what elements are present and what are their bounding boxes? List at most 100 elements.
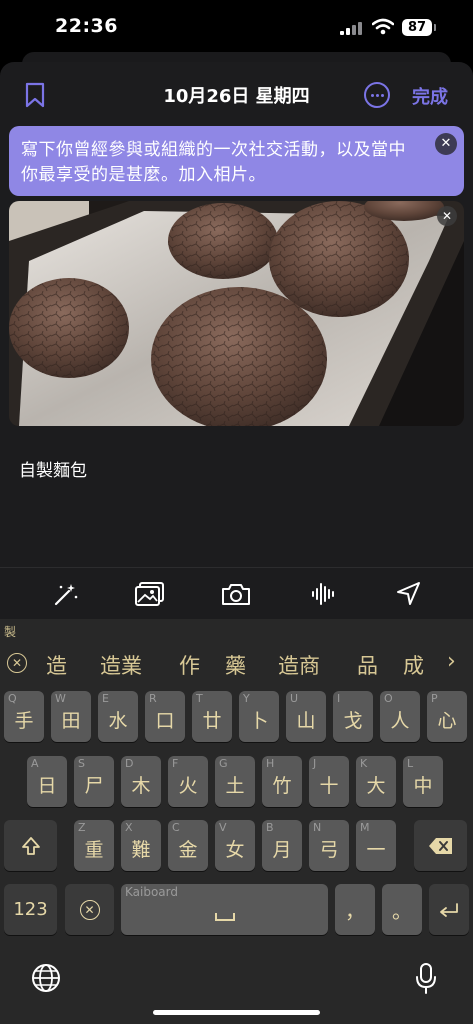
key[interactable]: Y卜	[239, 691, 279, 742]
key[interactable]: K大	[356, 756, 396, 807]
key-hint: L	[407, 757, 414, 770]
magic-wand-icon[interactable]	[52, 581, 80, 607]
candidate-item[interactable]: 成	[403, 650, 424, 680]
key[interactable]: D木	[121, 756, 161, 807]
candidate-bar: ✕ 造 造業 作 藥 造商 品 成 ›	[0, 643, 473, 683]
comma-key[interactable]: ，	[335, 884, 375, 935]
bread-photo-image	[9, 201, 464, 426]
backspace-key[interactable]	[414, 820, 467, 871]
key-glyph: 心	[437, 710, 457, 732]
key-hint: G	[219, 757, 228, 770]
key-hint: T	[196, 692, 203, 705]
key[interactable]: W田	[51, 691, 91, 742]
space-key[interactable]: Kaiboard	[121, 884, 328, 935]
candidate-item[interactable]: 造商	[278, 650, 320, 680]
key-glyph: 大	[366, 775, 386, 797]
key-glyph: 廿	[202, 710, 222, 732]
key-glyph: 水	[108, 710, 128, 732]
key-hint: R	[149, 692, 157, 705]
key[interactable]: N弓	[309, 820, 349, 871]
key-glyph: 女	[225, 839, 245, 861]
key-glyph: 月	[272, 839, 292, 861]
key-hint: S	[78, 757, 85, 770]
key-glyph: 木	[131, 775, 151, 797]
key-hint: Z	[78, 821, 86, 834]
entry-body-text[interactable]: 自製麵包	[19, 456, 87, 481]
key[interactable]: M一	[356, 820, 396, 871]
key[interactable]: R口	[145, 691, 185, 742]
location-arrow-icon[interactable]	[395, 581, 423, 607]
microphone-icon[interactable]	[414, 962, 438, 996]
return-key[interactable]	[429, 884, 469, 935]
cellular-signal-icon	[340, 21, 366, 35]
wifi-icon	[372, 18, 394, 35]
key-glyph: 中	[413, 775, 433, 797]
candidate-item[interactable]: 作	[179, 650, 200, 680]
key[interactable]: Q手	[4, 691, 44, 742]
globe-icon[interactable]	[31, 963, 61, 993]
entry-toolbar	[0, 567, 473, 620]
photo-library-icon[interactable]	[135, 581, 165, 607]
key[interactable]: B月	[262, 820, 302, 871]
clear-key[interactable]: ✕	[65, 884, 114, 935]
key-glyph: 十	[319, 775, 339, 797]
clear-icon: ✕	[65, 884, 114, 935]
key-glyph: 金	[178, 839, 198, 861]
entry-date-title: 10月26日 星期四	[163, 86, 310, 107]
writing-prompt-text: 寫下你曾經參與或組織的一次社交活動，以及當中你最享受的是甚麼。加入相片。	[21, 140, 406, 185]
key[interactable]: I戈	[333, 691, 373, 742]
key-glyph: 竹	[272, 775, 292, 797]
shift-key[interactable]	[4, 820, 57, 871]
key-hint: U	[290, 692, 299, 705]
key-hint: Y	[243, 692, 250, 705]
camera-icon[interactable]	[221, 581, 251, 607]
backspace-icon	[414, 820, 467, 871]
key[interactable]: E水	[98, 691, 138, 742]
candidate-item[interactable]: 造	[46, 650, 67, 680]
shift-icon	[4, 820, 57, 871]
key-glyph: 土	[225, 775, 245, 797]
key-glyph: 日	[37, 775, 57, 797]
key-glyph: 火	[178, 775, 198, 797]
key[interactable]: S尸	[74, 756, 114, 807]
key-glyph: 一	[366, 839, 386, 861]
home-indicator[interactable]	[153, 1010, 320, 1015]
period-key[interactable]: 。	[382, 884, 422, 935]
key-glyph: 難	[131, 839, 151, 861]
audio-waveform-icon[interactable]	[310, 581, 338, 607]
key[interactable]: C金	[168, 820, 208, 871]
key[interactable]: G土	[215, 756, 255, 807]
key[interactable]: L中	[403, 756, 443, 807]
key-hint: V	[219, 821, 227, 834]
key[interactable]: O人	[380, 691, 420, 742]
candidate-item[interactable]: 藥	[225, 650, 246, 680]
key[interactable]: H竹	[262, 756, 302, 807]
key[interactable]: Z重	[74, 820, 114, 871]
close-prompt-icon[interactable]: ✕	[435, 133, 457, 155]
candidate-item[interactable]: 品	[357, 650, 378, 680]
status-bar: 22:36 87	[0, 0, 473, 56]
key[interactable]: X難	[121, 820, 161, 871]
key[interactable]: T廿	[192, 691, 232, 742]
key[interactable]: P心	[427, 691, 467, 742]
key[interactable]: A日	[27, 756, 67, 807]
key-glyph: 口	[155, 710, 175, 732]
numbers-key[interactable]: 123	[4, 884, 57, 935]
key[interactable]: F火	[168, 756, 208, 807]
attached-photo[interactable]: ✕	[9, 201, 464, 426]
remove-photo-icon[interactable]: ✕	[437, 206, 457, 226]
key-hint: F	[172, 757, 179, 770]
key-hint: I	[337, 692, 341, 705]
key-hint: C	[172, 821, 180, 834]
candidate-item[interactable]: 造業	[100, 650, 142, 680]
chevron-right-icon[interactable]: ›	[447, 649, 456, 674]
key-hint: W	[55, 692, 66, 705]
key[interactable]: J十	[309, 756, 349, 807]
more-options-icon[interactable]	[364, 82, 390, 108]
clear-candidates-icon[interactable]: ✕	[7, 653, 27, 673]
done-button[interactable]: 完成	[412, 83, 448, 109]
key-hint: A	[31, 757, 39, 770]
entry-header: 10月26日 星期四 完成	[0, 62, 473, 126]
key[interactable]: V女	[215, 820, 255, 871]
key[interactable]: U山	[286, 691, 326, 742]
